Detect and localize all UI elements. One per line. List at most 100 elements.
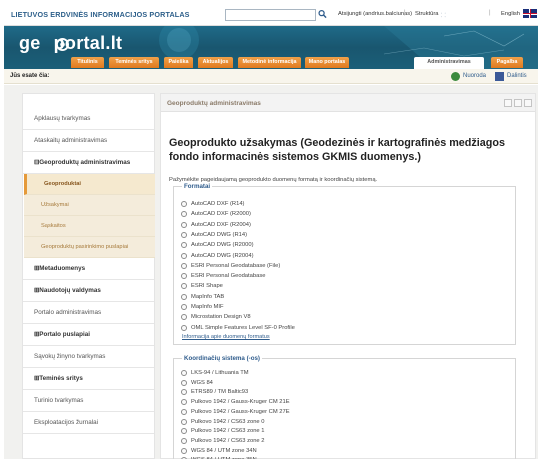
- structure-link[interactable]: Struktūra: [415, 11, 439, 17]
- radio-option[interactable]: AutoCAD DXF (R14): [181, 200, 244, 208]
- radio-button[interactable]: [181, 399, 187, 406]
- structure-icon[interactable]: ⸬: [441, 11, 446, 19]
- search-icon[interactable]: [318, 9, 327, 19]
- radio-option[interactable]: Pulkovo 1942 / Gauss-Kruger CM 21E: [181, 398, 290, 406]
- radio-label: MapInfo TAB: [191, 293, 225, 300]
- radio-button[interactable]: [181, 242, 187, 249]
- english-link[interactable]: English: [501, 11, 520, 17]
- sidebar-item[interactable]: ⊞Teminės sritys: [23, 368, 154, 390]
- radio-option[interactable]: ESRI Shape: [181, 282, 223, 290]
- main-panel: Geoproduktų administravimas Geoprodukto …: [160, 93, 536, 459]
- sidebar-subitem[interactable]: Geoproduktai: [24, 174, 155, 195]
- radio-option[interactable]: Pulkovo 1942 / Gauss-Kruger CM 27E: [181, 408, 290, 416]
- help-link[interactable]: Nuoroda: [463, 73, 486, 79]
- radio-button[interactable]: [181, 447, 187, 454]
- sidebar-item[interactable]: Apklausų tvarkymas: [23, 108, 154, 130]
- radio-button[interactable]: [181, 324, 187, 331]
- panel-close-button[interactable]: [524, 99, 532, 107]
- radio-option[interactable]: WGS 84: [181, 379, 213, 387]
- nav-tab[interactable]: Paieška: [164, 57, 193, 68]
- nav-tab[interactable]: Mano portalas: [305, 57, 349, 68]
- nav-tab[interactable]: Titulinis: [71, 57, 104, 68]
- sidebar-item[interactable]: Eksploatacijos žurnalai: [23, 412, 154, 434]
- sidebar-item[interactable]: ⊟Geoproduktų administravimas: [23, 152, 154, 174]
- radio-label: Pulkovo 1942 / CS63 zone 0: [191, 418, 265, 425]
- separator: |: [489, 10, 491, 16]
- radio-option[interactable]: Microstation Design V8: [181, 313, 251, 321]
- radio-option[interactable]: ESRI Personal Geodatabase (File): [181, 262, 280, 270]
- radio-button[interactable]: [181, 231, 187, 238]
- radio-option[interactable]: OML Simple Features Level SF-0 Profile: [181, 324, 295, 332]
- help-icon[interactable]: [451, 72, 460, 81]
- sidebar-subitem[interactable]: Užsakymai: [24, 195, 155, 216]
- nav-tab[interactable]: Pagalba: [491, 57, 523, 68]
- panel-title: Geoproduktų administravimas: [167, 100, 261, 107]
- radio-button[interactable]: [181, 314, 187, 321]
- logo[interactable]: ge portal.lt: [19, 33, 122, 54]
- content-area: Apklausų tvarkymas Ataskaitų administravi…: [4, 85, 538, 459]
- radio-option[interactable]: ESRI Personal Geodatabase: [181, 272, 265, 280]
- sidebar-item[interactable]: Turinio tvarkymas: [23, 390, 154, 412]
- radio-button[interactable]: [181, 389, 187, 396]
- radio-button[interactable]: [181, 262, 187, 269]
- nav-tab[interactable]: Metodinė informacija: [238, 57, 301, 68]
- separator: |: [404, 10, 406, 16]
- uk-flag-icon[interactable]: [523, 9, 537, 18]
- radio-button[interactable]: [181, 304, 187, 310]
- logout-link[interactable]: Atsijungti (andrius.balciunas): [338, 11, 412, 17]
- sidebar-item[interactable]: ⊞Naudotojų valdymas: [23, 280, 154, 302]
- radio-option[interactable]: Pulkovo 1942 / CS63 zone 1: [181, 427, 264, 435]
- panel-minimize-button[interactable]: [514, 99, 522, 107]
- radio-button[interactable]: [181, 370, 187, 376]
- search-input[interactable]: [225, 9, 316, 21]
- sidebar-item[interactable]: ⊞Metaduomenys: [23, 258, 154, 280]
- radio-option[interactable]: Pulkovo 1942 / CS63 zone 0: [181, 418, 264, 426]
- panel-header: Geoproduktų administravimas: [161, 94, 535, 112]
- radio-label: OML Simple Features Level SF-0 Profile: [191, 324, 295, 331]
- radio-button[interactable]: [181, 252, 187, 259]
- radio-button[interactable]: [181, 273, 187, 280]
- radio-label: LKS-94 / Lithuania TM: [191, 370, 249, 376]
- radio-option[interactable]: WGS 84 / UTM zone 34N: [181, 447, 257, 455]
- sidebar-item[interactable]: Sąvokų žinyno tvarkymas: [23, 346, 154, 368]
- sidebar-item[interactable]: ⊞Portalo puslapiai: [23, 324, 154, 346]
- radio-button[interactable]: [181, 428, 187, 435]
- facebook-icon[interactable]: [495, 72, 504, 81]
- portal-title[interactable]: LIETUVOS ERDVINĖS INFORMACIJOS PORTALAS: [11, 10, 190, 19]
- radio-label: Microstation Design V8: [191, 314, 251, 321]
- radio-option[interactable]: AutoCAD DWG (R2004): [181, 252, 254, 260]
- sidebar-item[interactable]: Ataskaitų administravimas: [23, 130, 154, 152]
- radio-button[interactable]: [181, 211, 187, 218]
- radio-button[interactable]: [181, 418, 187, 425]
- radio-option[interactable]: AutoCAD DWG (R14): [181, 231, 247, 239]
- radio-button[interactable]: [181, 293, 187, 300]
- breadcrumb: Jūs esate čia:: [10, 73, 50, 79]
- sidebar-subitem[interactable]: Geoproduktų pasirinkimo puslapiai: [24, 237, 155, 258]
- radio-button[interactable]: [181, 201, 187, 207]
- coordinate-systems-legend: Koordinačių sistema (-os): [182, 355, 262, 362]
- radio-option[interactable]: AutoCAD DWG (R2000): [181, 241, 254, 249]
- panel-help-button[interactable]: [504, 99, 512, 107]
- page: LIETUVOS ERDVINĖS INFORMACIJOS PORTALAS …: [0, 0, 542, 459]
- radio-option[interactable]: AutoCAD DXF (R2000): [181, 210, 251, 218]
- radio-option[interactable]: AutoCAD DXF (R2004): [181, 221, 251, 229]
- sidebar-item[interactable]: Portalo administravimas: [23, 302, 154, 324]
- sidebar-subitem[interactable]: Sąskaitos: [24, 216, 155, 237]
- radio-button[interactable]: [181, 221, 187, 228]
- radio-option[interactable]: MapInfo MIF: [181, 303, 224, 311]
- radio-option[interactable]: Pulkovo 1942 / CS63 zone 2: [181, 437, 264, 445]
- radio-option[interactable]: ETRS89 / TM Baltic93: [181, 388, 248, 396]
- radio-button[interactable]: [181, 283, 187, 290]
- nav-tab[interactable]: Administravimas: [414, 57, 484, 69]
- formats-info-link[interactable]: Informacija apie duomenų formatus: [182, 334, 270, 340]
- radio-button[interactable]: [181, 379, 187, 386]
- radio-label: AutoCAD DXF (R2000): [191, 211, 251, 218]
- share-link[interactable]: Dalintis: [507, 73, 527, 79]
- nav-tab[interactable]: Aktualijos: [198, 57, 233, 68]
- radio-button[interactable]: [181, 408, 187, 415]
- nav-tab[interactable]: Teminės sritys: [109, 57, 159, 68]
- formats-legend: Formatai: [182, 183, 213, 190]
- radio-button[interactable]: [181, 437, 187, 444]
- radio-option[interactable]: MapInfo TAB: [181, 293, 224, 301]
- radio-option[interactable]: LKS-94 / Lithuania TM: [181, 369, 249, 377]
